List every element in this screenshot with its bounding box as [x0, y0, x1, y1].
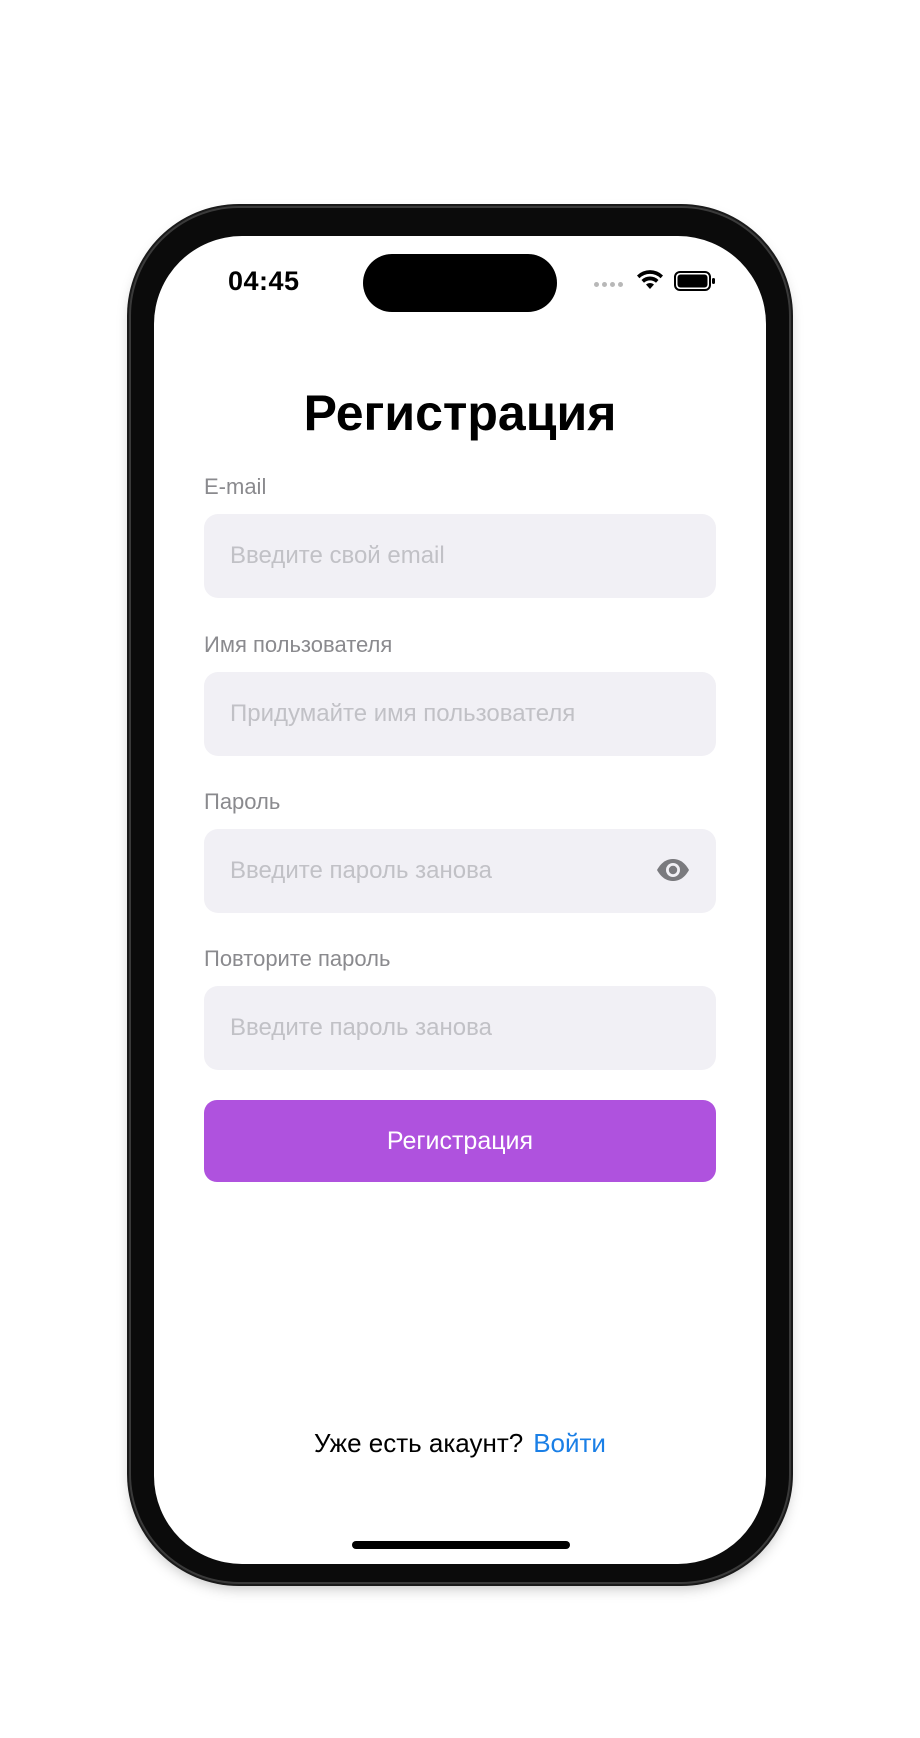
app-screen: 04:45 Регистрация E-mail Имя пользовател…: [154, 236, 766, 1564]
eye-icon[interactable]: [656, 858, 690, 882]
device-mockup: 04:45 Регистрация E-mail Имя пользовател…: [0, 0, 920, 1738]
page-title: Регистрация: [303, 385, 617, 441]
password-field-container: [204, 829, 716, 913]
username-label: Имя пользователя: [204, 632, 393, 657]
username-input[interactable]: [230, 700, 650, 728]
repeat-password-label: Повторите пароль: [204, 946, 391, 971]
repeat-password-input[interactable]: [230, 1014, 650, 1042]
battery-icon: [674, 271, 715, 291]
email-label: E-mail: [204, 474, 267, 499]
password-label: Пароль: [204, 789, 281, 814]
email-input[interactable]: [230, 542, 650, 570]
home-indicator[interactable]: [352, 1541, 570, 1549]
login-prompt-text: Уже есть акаунт?: [314, 1428, 524, 1458]
register-button[interactable]: Регистрация: [204, 1100, 716, 1182]
dynamic-island: [363, 254, 557, 312]
email-field-container: [204, 514, 716, 598]
repeat-password-field-container: [204, 986, 716, 1070]
username-field-container: [204, 672, 716, 756]
login-link[interactable]: Войти: [533, 1428, 606, 1458]
login-prompt: Уже есть акаунт? Войти: [154, 1428, 766, 1459]
cellular-signal-icon: [594, 282, 623, 287]
password-input[interactable]: [230, 857, 650, 885]
status-time: 04:45: [228, 266, 300, 296]
wifi-icon: [637, 270, 663, 289]
